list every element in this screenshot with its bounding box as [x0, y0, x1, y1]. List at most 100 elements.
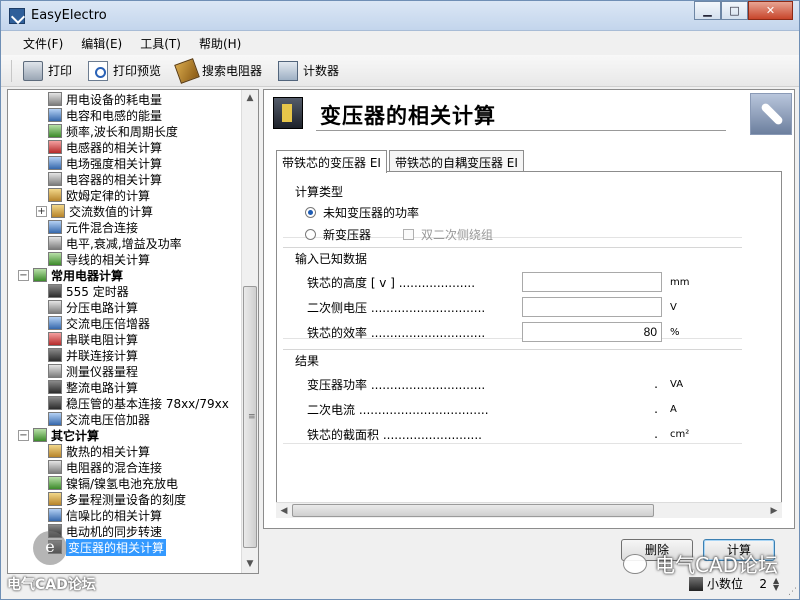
tab-auto-transformer[interactable]: 带铁芯的自耦变压器 EI [388, 150, 524, 172]
page-header: 变压器的相关计算 [264, 90, 794, 136]
tree-group-common[interactable]: − 常用电器计算 [18, 267, 123, 283]
scroll-down-icon[interactable]: ▼ [242, 556, 258, 573]
collapse-icon[interactable]: − [18, 429, 29, 441]
scrollbar-thumb[interactable] [292, 504, 654, 517]
counter-button[interactable]: 计数器 [275, 58, 342, 84]
scroll-left-icon[interactable]: ◀ [276, 503, 292, 519]
group-title: 输入已知数据 [295, 252, 368, 266]
tree-item[interactable]: + 交流数值的计算 [36, 203, 153, 219]
tree-group-other[interactable]: − 其它计算 [18, 427, 99, 443]
scroll-up-icon[interactable]: ▲ [242, 90, 258, 107]
search-resistor-label: 搜索电阻器 [202, 64, 263, 78]
calc-type-group: 计算类型 未知变压器的功率 新变压器 双二次侧绕组 [283, 180, 742, 242]
tree-item[interactable]: 用电设备的耗电量 [48, 91, 162, 107]
folder-icon [33, 428, 47, 442]
tree-item[interactable]: 元件混合连接 [48, 219, 138, 235]
print-preview-label: 打印预览 [113, 64, 162, 78]
heatsink-icon [48, 444, 62, 458]
watermark-logo: e [33, 531, 67, 565]
tree-item[interactable]: 电场强度相关计算 [48, 155, 162, 171]
ac-icon [51, 204, 65, 218]
tree-item[interactable]: 串联电阻计算 [48, 331, 138, 347]
spin-arrows-icon[interactable]: ▲ ▼ [773, 576, 779, 591]
signal-icon [48, 508, 62, 522]
watermark-wechat: 电气CAD论坛 [623, 549, 778, 578]
tab-core-transformer[interactable]: 带铁芯的变压器 EI [276, 150, 387, 173]
tree-item[interactable]: 频率,波长和周期长度 [48, 123, 178, 139]
scrollbar-thumb[interactable]: ≡ [243, 286, 257, 548]
parallel-icon [48, 348, 62, 362]
title-bar[interactable]: EasyElectro ▁ □ ✕ [1, 1, 799, 31]
menu-tools[interactable]: 工具(T) [136, 35, 195, 52]
print-label: 打印 [48, 64, 73, 78]
tree-item[interactable]: 分压电路计算 [48, 299, 138, 315]
multiplier-icon [48, 316, 62, 330]
grip-icon: ≡ [248, 412, 256, 422]
tree-item[interactable]: 电感器的相关计算 [48, 139, 162, 155]
core-efficiency-input[interactable] [522, 322, 662, 342]
horizontal-scrollbar[interactable]: ◀ ▶ [276, 502, 782, 518]
input-row-core-height: 铁芯的高度 [ v ] .................... mm [307, 272, 689, 292]
cross-section-result: . [654, 427, 658, 441]
print-button[interactable]: 打印 [20, 58, 75, 84]
app-window: EasyElectro ▁ □ ✕ 文件(F) 编辑(E) 工具(T) 帮助(H… [0, 0, 800, 600]
divider-icon [48, 300, 62, 314]
secondary-voltage-input[interactable] [522, 297, 662, 317]
tab-bar: 带铁芯的变压器 EI 带铁芯的自耦变压器 EI [276, 150, 526, 173]
menu-edit[interactable]: 编辑(E) [77, 35, 136, 52]
wechat-icon [623, 553, 647, 574]
close-icon[interactable]: ✕ [748, 1, 793, 20]
clock-icon [48, 124, 62, 138]
resistor-icon [48, 332, 62, 346]
maximize-icon[interactable]: □ [721, 1, 748, 20]
toolbar-grip [11, 59, 12, 82]
ohm-icon [48, 188, 62, 202]
tree-item[interactable]: 多量程测量设备的刻度 [48, 491, 186, 507]
tree-item[interactable]: 镍镉/镍氢电池充放电 [48, 475, 178, 491]
search-resistor-button[interactable]: 搜索电阻器 [174, 57, 265, 84]
input-row-core-efficiency: 铁芯的效率 .............................. % [307, 322, 680, 342]
radio-known-power[interactable]: 未知变压器的功率 [305, 204, 419, 221]
tree-item[interactable]: 电容器的相关计算 [48, 171, 162, 187]
print-preview-icon [88, 60, 109, 81]
tree-item[interactable]: 散热的相关计算 [48, 443, 150, 459]
collapse-icon[interactable]: − [18, 269, 29, 281]
toolbar: 打印 打印预览 搜索电阻器 计数器 [1, 55, 799, 87]
tree-item[interactable]: 电平,衰减,增益及功率 [48, 235, 182, 251]
tree-item[interactable]: 欧姆定律的计算 [48, 187, 150, 203]
navigation-tree: 用电设备的耗电量 电容和电感的能量 频率,波长和周期长度 电感器的相关计算 电场… [7, 89, 259, 574]
radio-new-transformer[interactable]: 新变压器 [305, 226, 371, 243]
resize-grip-icon[interactable]: ⋰ [788, 587, 797, 597]
tree-item[interactable]: 信噪比的相关计算 [48, 507, 162, 523]
checkbox-dual-secondary[interactable]: 双二次侧绕组 [403, 226, 493, 243]
tree-item[interactable]: 电阻器的混合连接 [48, 459, 162, 475]
scale-icon [48, 492, 62, 506]
tree-item[interactable]: 稳压管的基本连接 78xx/79xx [48, 395, 229, 411]
watermark-text: 电气CAD论坛 [7, 577, 96, 593]
tree-item[interactable]: 电容和电感的能量 [48, 107, 162, 123]
capacitor-icon [48, 172, 62, 186]
tree-item[interactable]: 整流电路计算 [48, 379, 138, 395]
tree-item[interactable]: 555 定时器 [48, 283, 129, 299]
app-logo [750, 93, 792, 135]
tree-item[interactable]: 导线的相关计算 [48, 251, 150, 267]
transformer-icon [273, 97, 303, 129]
tree-item[interactable]: 交流电压倍增器 [48, 315, 150, 331]
tree-item[interactable]: 电动机的同步转速 [48, 523, 162, 539]
scroll-right-icon[interactable]: ▶ [766, 503, 782, 519]
minimize-icon[interactable]: ▁ [694, 1, 721, 20]
menu-file[interactable]: 文件(F) [19, 35, 77, 52]
battery-icon [48, 476, 62, 490]
tree-item[interactable]: 并联连接计算 [48, 347, 138, 363]
expand-icon[interactable]: + [36, 205, 47, 217]
menu-help[interactable]: 帮助(H) [195, 35, 255, 52]
print-preview-button[interactable]: 打印预览 [85, 58, 164, 84]
decimal-value[interactable]: 2 [749, 577, 767, 591]
tree-scrollbar[interactable]: ▲ ≡ ▼ [241, 90, 258, 573]
window-controls: ▁ □ ✕ [694, 1, 793, 21]
tree-item[interactable]: 测量仪器量程 [48, 363, 138, 379]
core-height-input[interactable] [522, 272, 662, 292]
field-icon [48, 156, 62, 170]
tree-item[interactable]: 交流电压倍加器 [48, 411, 150, 427]
watermark-wechat-text: 电气CAD论坛 [655, 553, 779, 577]
